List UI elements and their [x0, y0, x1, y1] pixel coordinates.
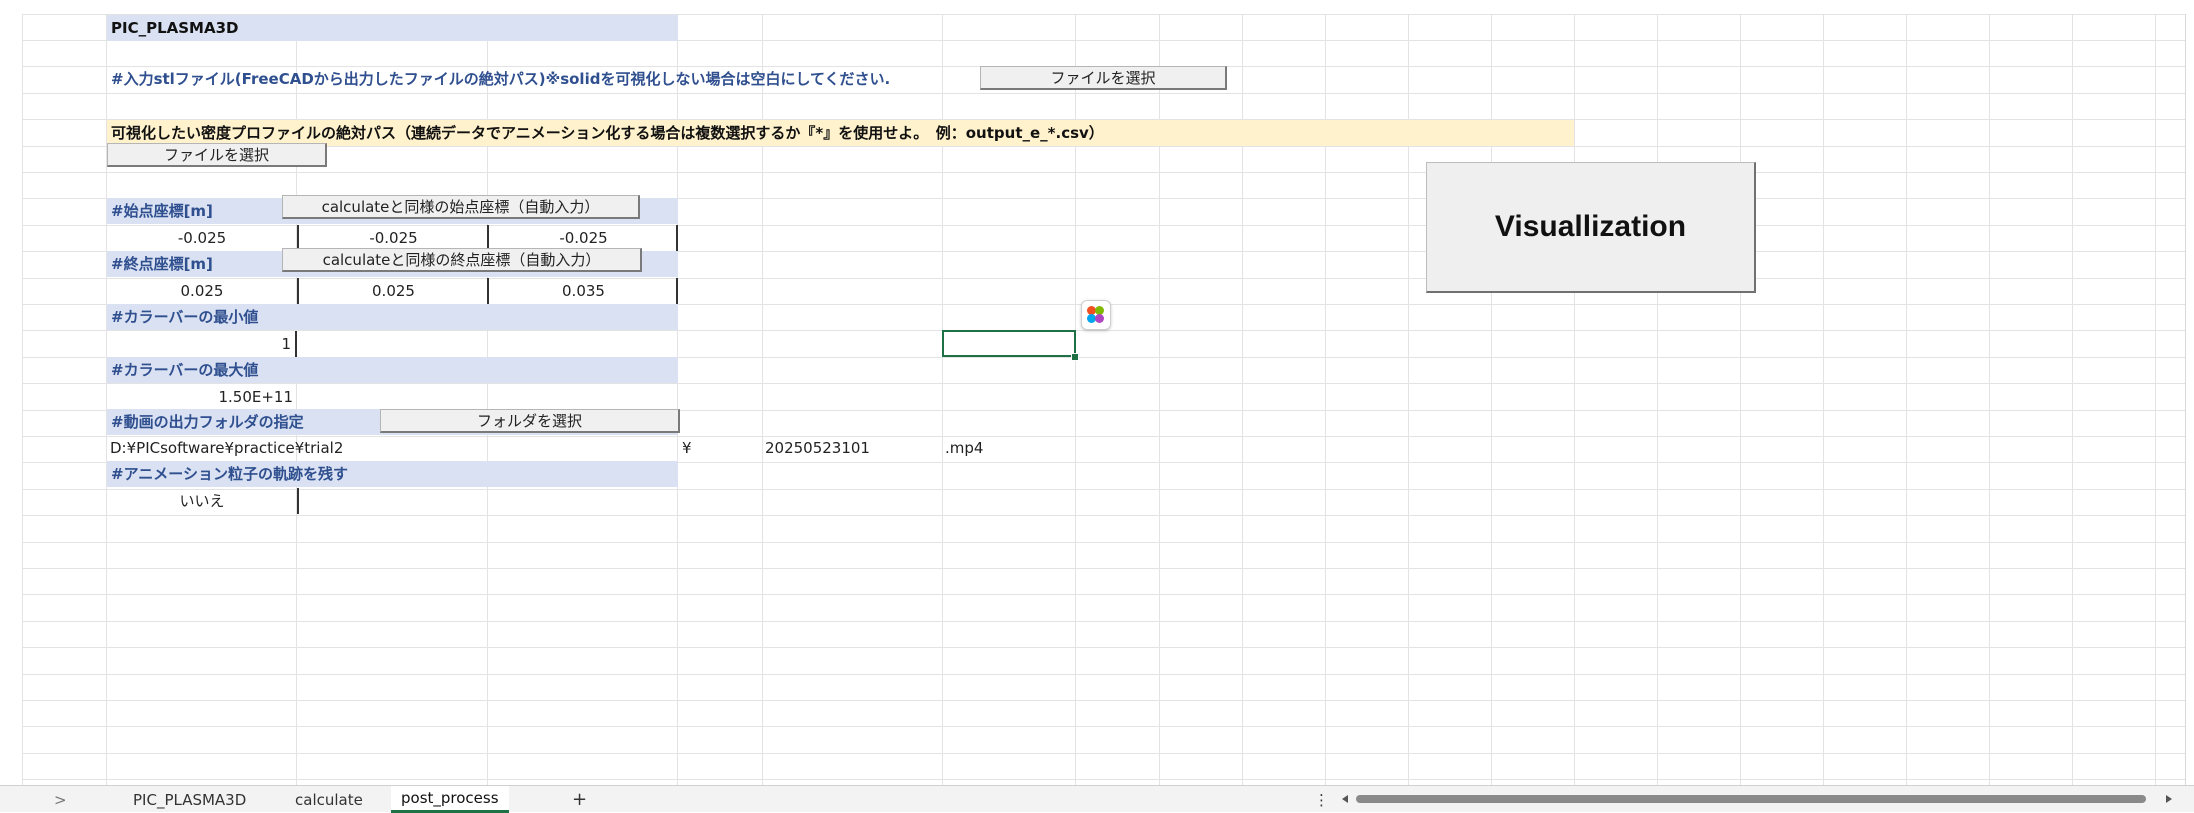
stl-label: #入力stlファイル(FreeCADから出力したファイルの絶対パス)※solid… [111, 70, 891, 88]
more-options-icon[interactable]: ⋮ [1314, 789, 1329, 811]
add-sheet-icon[interactable]: + [572, 789, 587, 811]
end-autofill-button[interactable]: calculateと同様の終点座標（自動入力） [282, 248, 642, 272]
top-strip [0, 0, 2194, 14]
output-file-extension[interactable]: .mp4 [945, 435, 1045, 461]
density-path-label: 可視化したい密度プロファイルの絶対パス（連続データでアニメーション化する場合は複… [107, 120, 1574, 146]
tab-post-process[interactable]: post_process [391, 786, 509, 813]
end-y-value[interactable]: 0.025 [297, 278, 488, 304]
tab-scroll-prev-icon[interactable]: > [54, 789, 67, 811]
horizontal-scrollbar[interactable] [1338, 792, 2178, 806]
stl-select-file-button[interactable]: ファイルを選択 [980, 66, 1227, 90]
copilot-icon[interactable] [1081, 300, 1111, 330]
colorbar-max-value[interactable]: 1.50E+11 [107, 384, 297, 410]
trail-value[interactable]: いいえ [107, 488, 299, 514]
start-row-border [676, 225, 680, 251]
scroll-right-icon[interactable] [2164, 794, 2174, 804]
trail-label: #アニメーション粒子の軌跡を残す [107, 461, 678, 487]
scroll-left-icon[interactable] [1340, 794, 1350, 804]
density-select-file-button[interactable]: ファイルを選択 [107, 143, 327, 167]
end-z-value[interactable]: 0.035 [487, 278, 678, 304]
scrollbar-thumb[interactable] [1356, 795, 2146, 803]
colorbar-min-label: #カラーバーの最小値 [107, 304, 678, 330]
start-autofill-button[interactable]: calculateと同様の始点座標（自動入力） [282, 195, 640, 219]
output-file-name[interactable]: 20250523101 [765, 435, 925, 461]
colorbar-max-label: #カラーバーの最大値 [107, 357, 678, 383]
output-path-separator[interactable]: ¥ [682, 435, 722, 461]
selected-cell[interactable] [942, 330, 1076, 357]
folder-select-button[interactable]: フォルダを選択 [380, 409, 680, 433]
colorbar-min-value[interactable]: 1 [107, 331, 297, 357]
output-folder-path[interactable]: D:¥PICsoftware¥practice¥trial2 [110, 435, 670, 461]
visualization-button-label: Visuallization [1494, 210, 1687, 243]
sheet-title: PIC_PLASMA3D [107, 15, 678, 41]
sheet-tab-bar: > PIC_PLASMA3D calculate post_process + … [0, 785, 2194, 813]
end-row-border [676, 278, 680, 304]
fill-handle[interactable] [1071, 353, 1079, 361]
row-header-strip [0, 14, 23, 785]
tab-calculate[interactable]: calculate [295, 789, 363, 811]
visualization-button[interactable]: Visuallization [1426, 162, 1756, 293]
end-x-value[interactable]: 0.025 [107, 278, 297, 304]
tab-pic-plasma3d[interactable]: PIC_PLASMA3D [133, 789, 246, 811]
start-x-value[interactable]: -0.025 [107, 225, 297, 251]
vertical-scrollbar[interactable] [2185, 14, 2194, 785]
